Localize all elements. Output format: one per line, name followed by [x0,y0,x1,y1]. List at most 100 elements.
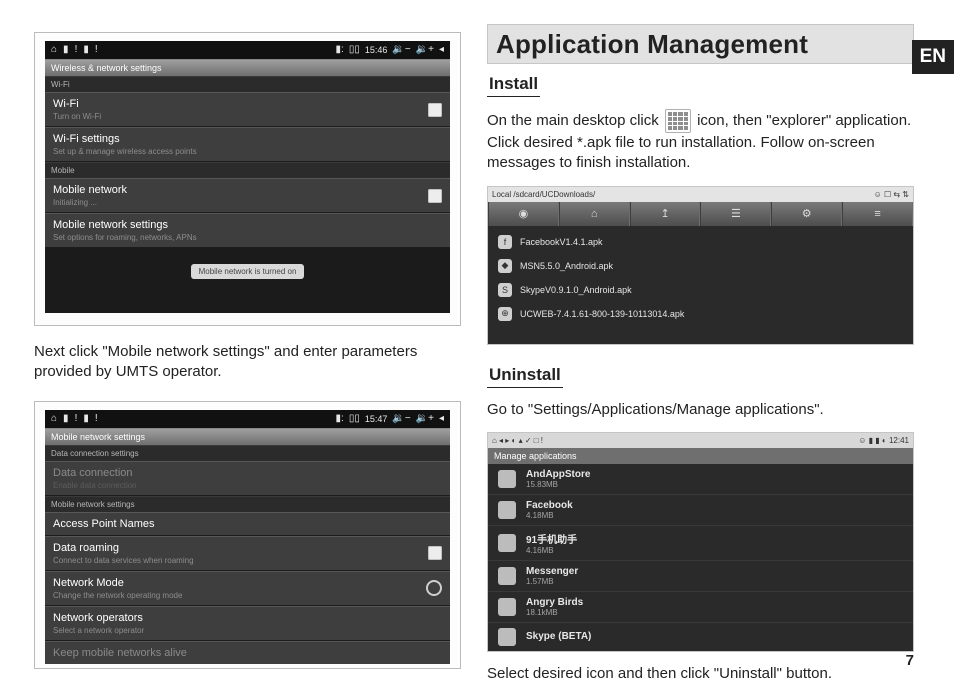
file-icon: S [498,283,512,297]
screenshot-mobile-settings: ⌂ ▮ ! ▮ ! ▮: ▯▯ 15:47 🔉− 🔉+ ◂ [34,401,461,669]
row-mobile-network-settings[interactable]: Mobile network settings Set options for … [45,213,450,248]
row-label: Keep mobile networks alive [53,647,187,659]
app-size: 4.16MB [526,546,577,555]
app-name: Facebook [526,500,573,511]
explorer-file-list: fFacebookV1.4.1.apk ◆MSN5.5.0_Android.ap… [488,226,913,344]
section-header: Mobile [45,162,450,178]
screen-title: Mobile network settings [45,428,450,445]
file-row[interactable]: fFacebookV1.4.1.apk [488,230,913,254]
app-icon [498,501,516,519]
app-size: 15.83MB [526,480,590,489]
app-name: AndAppStore [526,469,590,480]
battery-icon: ▮: [336,45,344,55]
vol-down-icon: 🔉− [392,45,410,55]
file-name: FacebookV1.4.1.apk [520,237,603,247]
row-data-roaming[interactable]: Data roaming Connect to data services wh… [45,536,450,571]
row-data-connection: Data connection Enable data connection [45,461,450,496]
explorer-path-bar: Local /sdcard/UCDownloads/ ☺ ☐ ⇆ ⇅ [488,187,913,202]
row-wifi-settings[interactable]: Wi-Fi settings Set up & manage wireless … [45,127,450,162]
notif-icon: ! [95,414,98,424]
row-network-mode[interactable]: Network Mode Change the network operatin… [45,571,450,606]
app-row[interactable]: Messenger1.57MB [488,561,913,592]
file-row[interactable]: S SkypeV0.9.1.0_Android.apk [488,278,913,302]
install-heading: Install [487,74,540,97]
instruction-text: Next click "Mobile network settings" and… [34,342,461,383]
notif-icon: ! [75,414,78,424]
row-label: Data connection [53,467,137,479]
page-number: 7 [906,652,914,669]
row-subtext: Enable data connection [53,481,137,490]
section-header: Data connection settings [45,445,450,461]
toolbar-btn[interactable]: ↥ [630,202,701,226]
row-label: Data roaming [53,542,194,554]
screenshot-explorer: Local /sdcard/UCDownloads/ ☺ ☐ ⇆ ⇅ ◉ ⌂ ↥… [487,186,914,345]
status-bar: ⌂ ▮ ! ▮ ! ▮: ▯▯ 15:46 🔉− 🔉+ ◂ [45,41,450,59]
toolbar-btn[interactable]: ⚙ [771,202,842,226]
screen-title: Wireless & network settings [45,59,450,76]
app-row[interactable]: 91手机助手4.16MB [488,526,913,561]
row-mobile-network[interactable]: Mobile network Initializing ... [45,178,450,213]
screen-title: Manage applications [488,448,913,464]
vol-up-icon: 🔉+ [416,45,434,55]
notif-icon: ▮ [63,414,69,424]
notif-icon: ▮ [83,45,89,55]
vol-up-icon: 🔉+ [416,414,434,424]
app-row[interactable]: Facebook4.18MB [488,495,913,526]
app-icon [498,470,516,488]
file-row[interactable]: ⊕UCWEB-7.4.1.61-800-139-10113014.apk [488,302,913,326]
screenshot-manage-apps: ⌂ ◂ ▸ ◐ ▴ ✓ □ ! ☺ ▮ ▮ ◐ 12:41 Manage app… [487,432,914,652]
toast-message: Mobile network is turned on [191,264,305,279]
section-header: Mobile network settings [45,496,450,512]
chevron-left-icon: ◂ [439,414,444,424]
file-row[interactable]: ◆MSN5.5.0_Android.apk [488,254,913,278]
radio-icon[interactable] [426,580,442,596]
checkbox-icon[interactable] [428,546,442,560]
row-network-operators[interactable]: Network operators Select a network opera… [45,606,450,641]
row-label: Mobile network [53,184,127,196]
row-label: Network Mode [53,577,182,589]
row-label: Wi-Fi settings [53,133,197,145]
checkbox-icon[interactable] [428,189,442,203]
app-icon [498,628,516,646]
app-name: 91手机助手 [526,531,577,546]
status-bar: ⌂ ◂ ▸ ◐ ▴ ✓ □ ! ☺ ▮ ▮ ◐ 12:41 [488,433,913,448]
explorer-toolbar: ◉ ⌂ ↥ ☰ ⚙ ≡ [488,202,913,226]
language-tab: EN [912,40,954,74]
app-size: 18.1kMB [526,608,583,617]
app-row[interactable]: Skype (BETA) [488,623,913,651]
row-subtext: Set options for roaming, networks, APNs [53,233,197,242]
status-time: 15:46 [365,45,388,55]
toolbar-btn[interactable]: ≡ [842,202,913,226]
status-time: 15:47 [365,414,388,424]
app-icon [498,534,516,552]
notif-icon: ! [75,45,78,55]
file-name: SkypeV0.9.1.0_Android.apk [520,285,632,295]
section-heading: Application Management [487,24,914,64]
row-label: Network operators [53,612,144,624]
app-row[interactable]: AndAppStore15.83MB [488,464,913,495]
chevron-left-icon: ◂ [439,45,444,55]
row-subtext: Initializing ... [53,198,127,207]
status-bar: ⌂ ▮ ! ▮ ! ▮: ▯▯ 15:47 🔉− 🔉+ ◂ [45,410,450,428]
home-icon: ⌂ [51,414,57,424]
row-label: Mobile network settings [53,219,197,231]
checkbox-icon[interactable] [428,103,442,117]
toolbar-btn[interactable]: ⌂ [559,202,630,226]
row-wifi[interactable]: Wi-Fi Turn on Wi-Fi [45,92,450,127]
status-time: 12:41 [889,436,909,445]
toolbar-btn[interactable]: ☰ [700,202,771,226]
app-list: AndAppStore15.83MB Facebook4.18MB 91手机助手… [488,464,913,651]
row-subtext: Connect to data services when roaming [53,556,194,565]
app-row[interactable]: Angry Birds18.1kMB [488,592,913,623]
row-label: Wi-Fi [53,98,101,110]
row-apn[interactable]: Access Point Names [45,512,450,536]
path-text: Local /sdcard/UCDownloads/ [492,190,595,199]
signal-icon: ▯▯ [349,414,360,424]
row-label: Access Point Names [53,518,154,530]
file-name: MSN5.5.0_Android.apk [520,261,613,271]
toolbar-btn[interactable]: ◉ [488,202,559,226]
row-keep-alive: Keep mobile networks alive [45,641,450,664]
status-icons: ☺ ▮ ▮ ◐ [858,436,889,445]
uninstall-heading: Uninstall [487,365,563,388]
battery-icon: ▮: [336,414,344,424]
